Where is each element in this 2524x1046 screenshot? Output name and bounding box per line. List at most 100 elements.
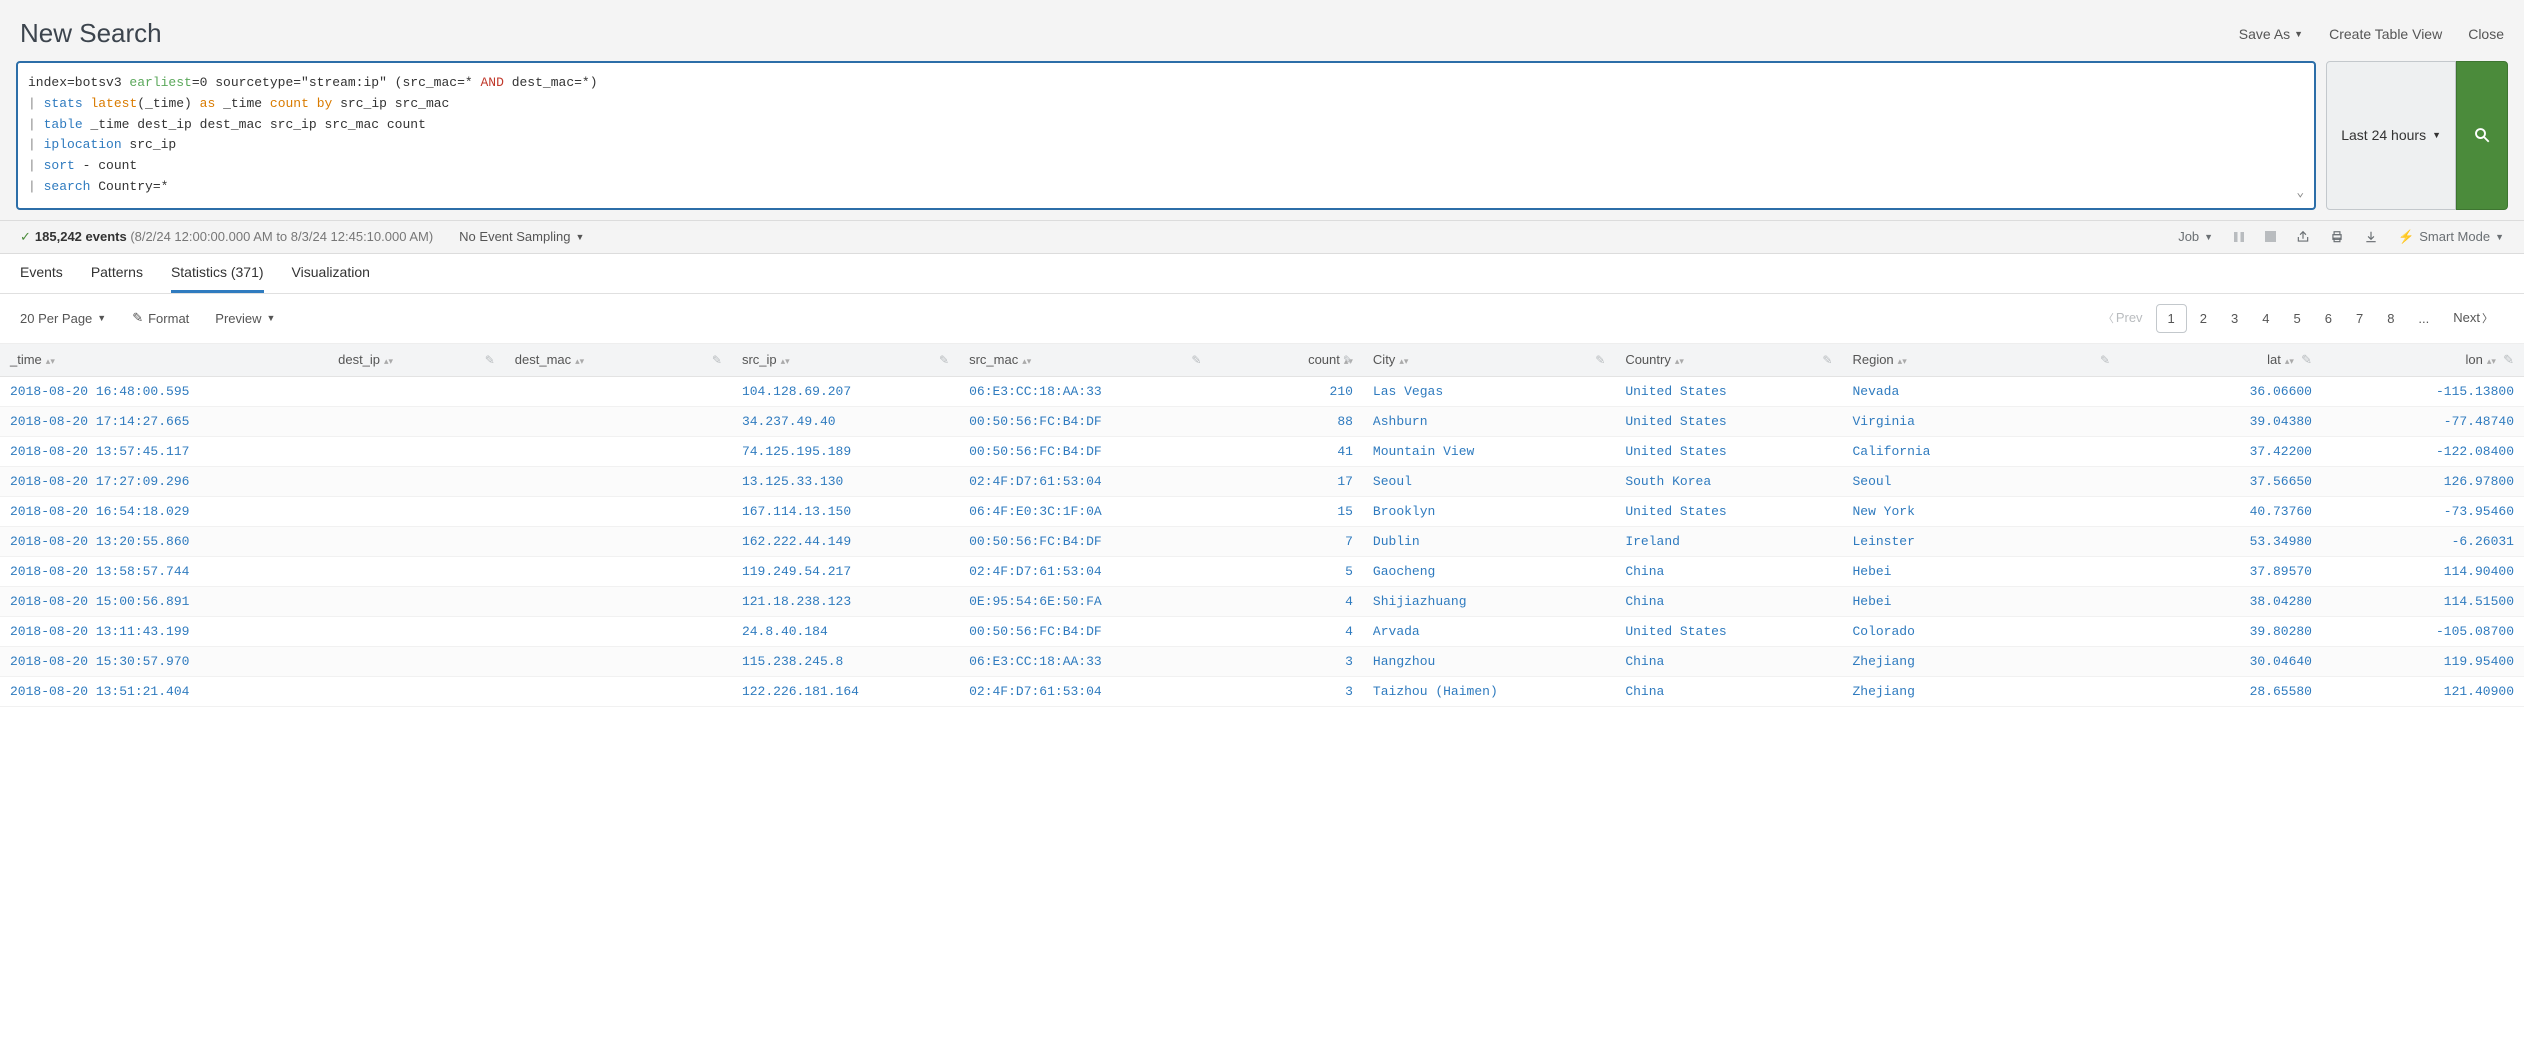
stop-icon[interactable] bbox=[2265, 231, 2276, 242]
cell-city[interactable]: Brooklyn bbox=[1363, 496, 1615, 526]
table-row[interactable]: 2018-08-20 15:00:56.891121.18.238.1230E:… bbox=[0, 586, 2524, 616]
cell-dest_ip[interactable] bbox=[328, 676, 505, 706]
col-country[interactable]: Country▴▾✎ bbox=[1615, 344, 1842, 377]
pencil-icon[interactable]: ✎ bbox=[2301, 352, 2312, 367]
cell-src_mac[interactable]: 06:E3:CC:18:AA:33 bbox=[959, 376, 1211, 406]
page-next[interactable]: Next〉 bbox=[2442, 304, 2504, 332]
cell-region[interactable]: New York bbox=[1842, 496, 2120, 526]
table-row[interactable]: 2018-08-20 16:54:18.029167.114.13.15006:… bbox=[0, 496, 2524, 526]
cell-lon[interactable]: 119.95400 bbox=[2322, 646, 2524, 676]
cell-city[interactable]: Seoul bbox=[1363, 466, 1615, 496]
cell-src_ip[interactable]: 167.114.13.150 bbox=[732, 496, 959, 526]
cell-city[interactable]: Las Vegas bbox=[1363, 376, 1615, 406]
cell-region[interactable]: Zhejiang bbox=[1842, 646, 2120, 676]
cell-src_mac[interactable]: 00:50:56:FC:B4:DF bbox=[959, 436, 1211, 466]
cell-region[interactable]: Seoul bbox=[1842, 466, 2120, 496]
cell-lon[interactable]: 126.97800 bbox=[2322, 466, 2524, 496]
cell-dest_mac[interactable] bbox=[505, 616, 732, 646]
cell-count[interactable]: 17 bbox=[1211, 466, 1362, 496]
cell-region[interactable]: Colorado bbox=[1842, 616, 2120, 646]
table-row[interactable]: 2018-08-20 13:51:21.404122.226.181.16402… bbox=[0, 676, 2524, 706]
cell-count[interactable]: 15 bbox=[1211, 496, 1362, 526]
pause-icon[interactable] bbox=[2233, 231, 2245, 243]
cell-time[interactable]: 2018-08-20 17:27:09.296 bbox=[0, 466, 328, 496]
cell-time[interactable]: 2018-08-20 15:30:57.970 bbox=[0, 646, 328, 676]
cell-src_ip[interactable]: 122.226.181.164 bbox=[732, 676, 959, 706]
cell-city[interactable]: Mountain View bbox=[1363, 436, 1615, 466]
cell-city[interactable]: Shijiazhuang bbox=[1363, 586, 1615, 616]
cell-src_ip[interactable]: 13.125.33.130 bbox=[732, 466, 959, 496]
cell-src_mac[interactable]: 00:50:56:FC:B4:DF bbox=[959, 616, 1211, 646]
cell-dest_mac[interactable] bbox=[505, 526, 732, 556]
tab-statistics[interactable]: Statistics (371) bbox=[171, 264, 264, 293]
cell-dest_mac[interactable] bbox=[505, 436, 732, 466]
cell-dest_ip[interactable] bbox=[328, 466, 505, 496]
col-lat[interactable]: lat▴▾ ✎ bbox=[2120, 344, 2322, 377]
page-6[interactable]: 6 bbox=[2314, 305, 2343, 332]
col-lon[interactable]: lon▴▾ ✎ bbox=[2322, 344, 2524, 377]
pencil-icon[interactable]: ✎ bbox=[712, 353, 722, 367]
cell-lat[interactable]: 53.34980 bbox=[2120, 526, 2322, 556]
cell-dest_ip[interactable] bbox=[328, 436, 505, 466]
cell-lon[interactable]: 114.90400 bbox=[2322, 556, 2524, 586]
cell-region[interactable]: Nevada bbox=[1842, 376, 2120, 406]
cell-lat[interactable]: 36.06600 bbox=[2120, 376, 2322, 406]
cell-dest_mac[interactable] bbox=[505, 376, 732, 406]
col-city[interactable]: City▴▾✎ bbox=[1363, 344, 1615, 377]
job-menu[interactable]: Job ▼ bbox=[2178, 229, 2213, 244]
cell-dest_mac[interactable] bbox=[505, 466, 732, 496]
pencil-icon[interactable]: ✎ bbox=[939, 353, 949, 367]
cell-lon[interactable]: -77.48740 bbox=[2322, 406, 2524, 436]
cell-count[interactable]: 3 bbox=[1211, 676, 1362, 706]
table-row[interactable]: 2018-08-20 15:30:57.970115.238.245.806:E… bbox=[0, 646, 2524, 676]
run-search-button[interactable] bbox=[2456, 61, 2508, 210]
pencil-icon[interactable]: ✎ bbox=[1822, 353, 1832, 367]
cell-time[interactable]: 2018-08-20 13:20:55.860 bbox=[0, 526, 328, 556]
cell-src_ip[interactable]: 104.128.69.207 bbox=[732, 376, 959, 406]
col-dest-ip[interactable]: dest_ip▴▾✎ bbox=[328, 344, 505, 377]
cell-region[interactable]: Virginia bbox=[1842, 406, 2120, 436]
cell-src_ip[interactable]: 74.125.195.189 bbox=[732, 436, 959, 466]
cell-country[interactable]: China bbox=[1615, 586, 1842, 616]
page-8[interactable]: 8 bbox=[2376, 305, 2405, 332]
table-row[interactable]: 2018-08-20 13:58:57.744119.249.54.21702:… bbox=[0, 556, 2524, 586]
time-range-picker[interactable]: Last 24 hours ▼ bbox=[2326, 61, 2456, 210]
cell-src_mac[interactable]: 02:4F:D7:61:53:04 bbox=[959, 466, 1211, 496]
close-button[interactable]: Close bbox=[2468, 26, 2504, 42]
cell-time[interactable]: 2018-08-20 16:48:00.595 bbox=[0, 376, 328, 406]
cell-src_ip[interactable]: 115.238.245.8 bbox=[732, 646, 959, 676]
cell-lat[interactable]: 37.89570 bbox=[2120, 556, 2322, 586]
event-sampling-dropdown[interactable]: No Event Sampling ▼ bbox=[459, 229, 584, 244]
cell-lon[interactable]: -73.95460 bbox=[2322, 496, 2524, 526]
page-prev[interactable]: 〈Prev bbox=[2092, 304, 2154, 332]
tab-patterns[interactable]: Patterns bbox=[91, 264, 143, 293]
cell-src_mac[interactable]: 00:50:56:FC:B4:DF bbox=[959, 406, 1211, 436]
cell-lon[interactable]: 114.51500 bbox=[2322, 586, 2524, 616]
cell-src_mac[interactable]: 02:4F:D7:61:53:04 bbox=[959, 556, 1211, 586]
cell-time[interactable]: 2018-08-20 13:51:21.404 bbox=[0, 676, 328, 706]
cell-city[interactable]: Gaocheng bbox=[1363, 556, 1615, 586]
cell-dest_mac[interactable] bbox=[505, 586, 732, 616]
page-5[interactable]: 5 bbox=[2282, 305, 2311, 332]
table-row[interactable]: 2018-08-20 13:11:43.19924.8.40.18400:50:… bbox=[0, 616, 2524, 646]
cell-dest_ip[interactable] bbox=[328, 616, 505, 646]
page-4[interactable]: 4 bbox=[2251, 305, 2280, 332]
cell-dest_ip[interactable] bbox=[328, 526, 505, 556]
cell-city[interactable]: Hangzhou bbox=[1363, 646, 1615, 676]
cell-country[interactable]: United States bbox=[1615, 496, 1842, 526]
cell-lat[interactable]: 40.73760 bbox=[2120, 496, 2322, 526]
table-row[interactable]: 2018-08-20 16:48:00.595 104.128.69.20706:… bbox=[0, 376, 2524, 406]
pencil-icon[interactable]: ✎ bbox=[485, 353, 495, 367]
cell-lat[interactable]: 39.80280 bbox=[2120, 616, 2322, 646]
cell-country[interactable]: United States bbox=[1615, 376, 1842, 406]
cell-dest_ip[interactable] bbox=[328, 556, 505, 586]
cell-count[interactable]: 5 bbox=[1211, 556, 1362, 586]
table-row[interactable]: 2018-08-20 17:27:09.296 13.125.33.13002:4… bbox=[0, 466, 2524, 496]
cell-time[interactable]: 2018-08-20 16:54:18.029 bbox=[0, 496, 328, 526]
cell-count[interactable]: 7 bbox=[1211, 526, 1362, 556]
cell-lon[interactable]: -6.26031 bbox=[2322, 526, 2524, 556]
cell-dest_ip[interactable] bbox=[328, 376, 505, 406]
cell-city[interactable]: Dublin bbox=[1363, 526, 1615, 556]
pencil-icon[interactable]: ✎ bbox=[1595, 353, 1605, 367]
cell-country[interactable]: China bbox=[1615, 556, 1842, 586]
